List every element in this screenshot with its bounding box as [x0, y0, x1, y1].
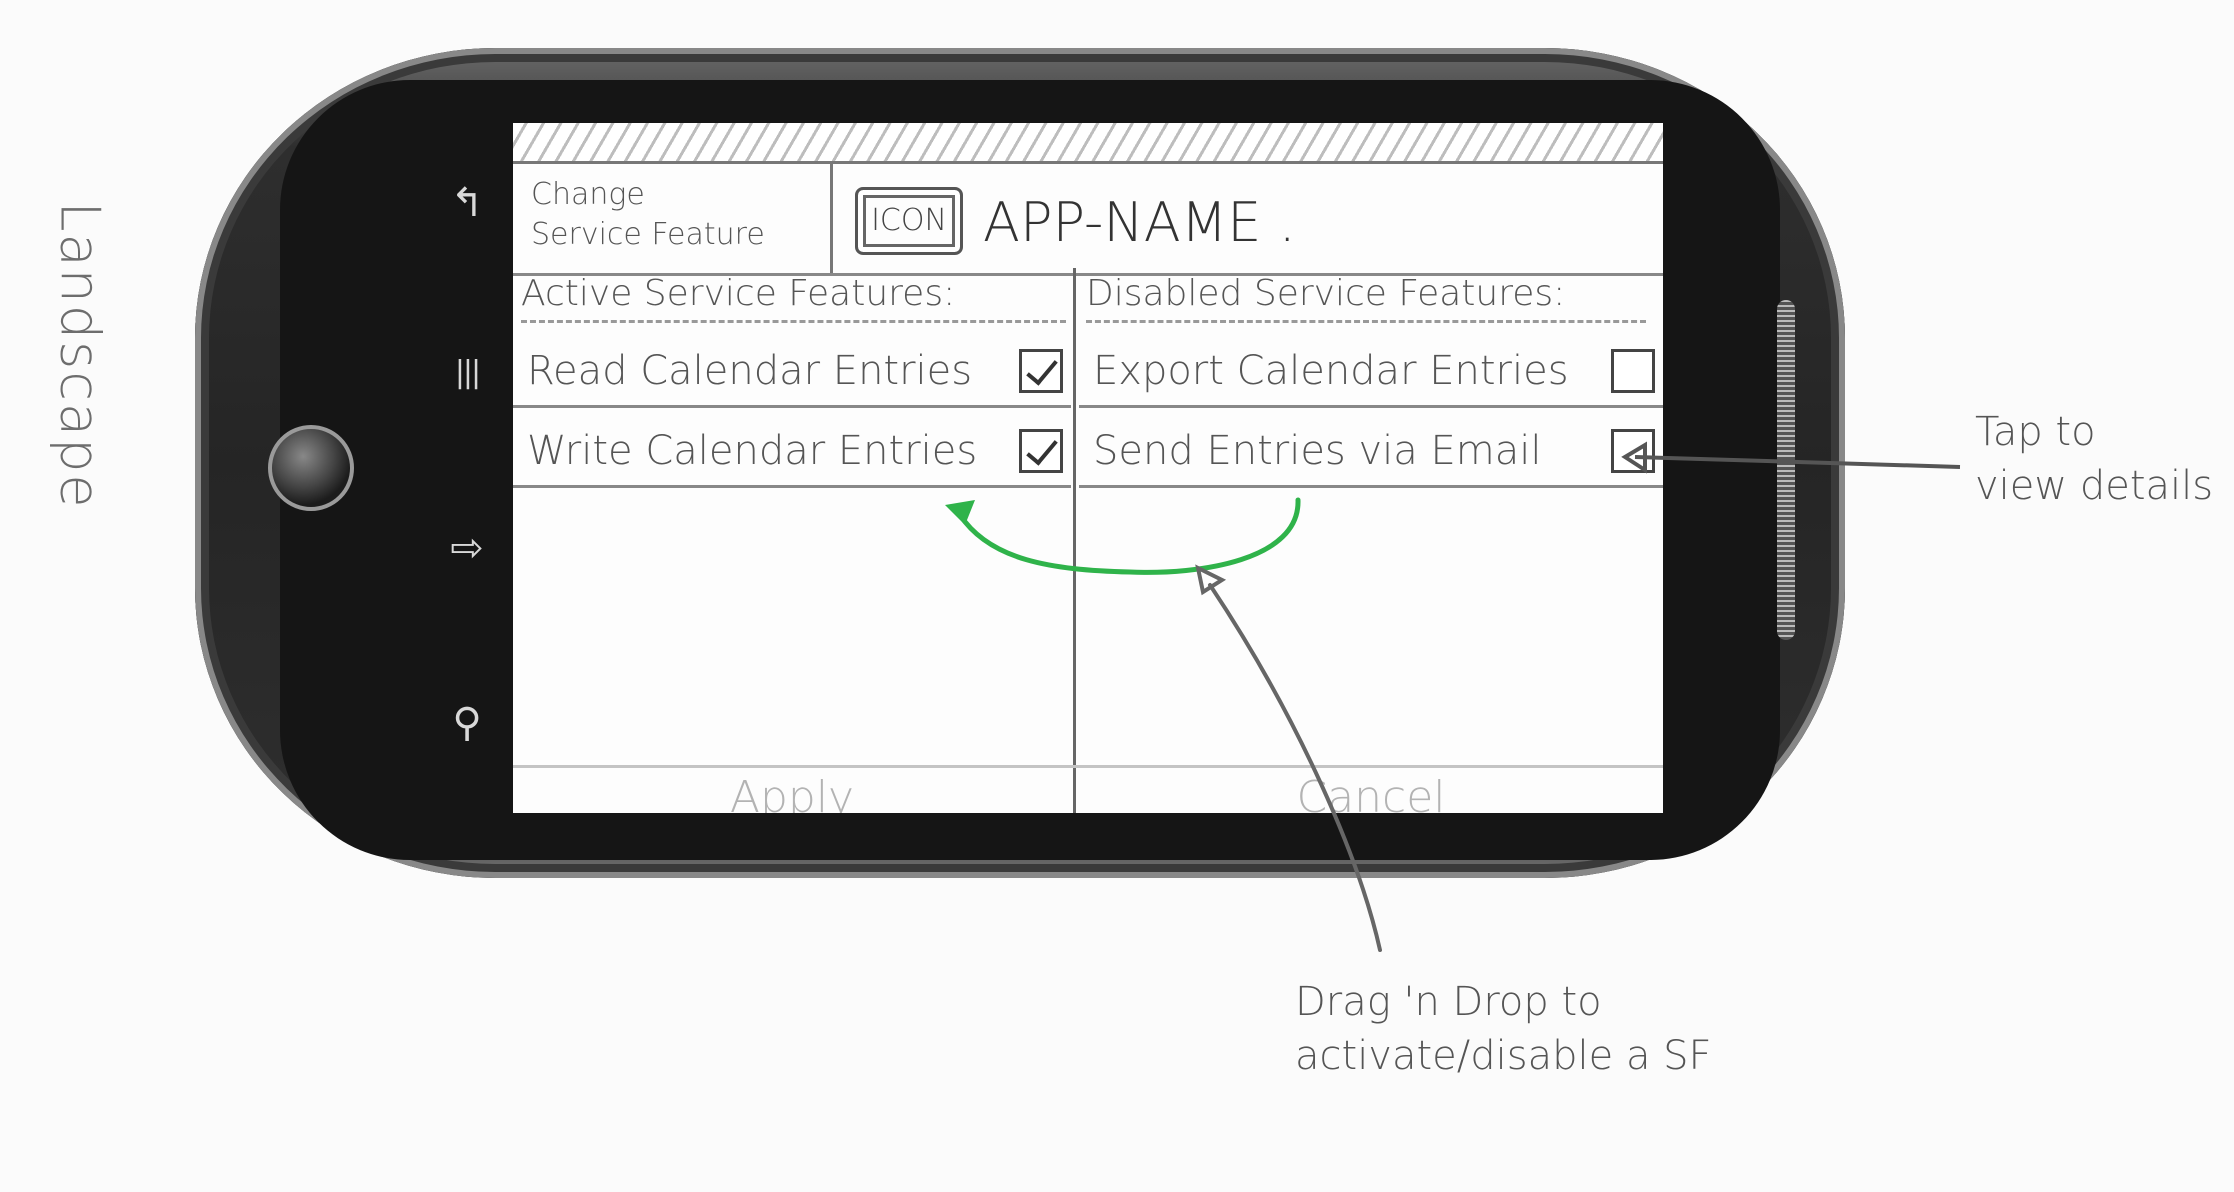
feature-checkbox[interactable]	[1019, 428, 1063, 473]
menu-label-line1: Change	[531, 177, 645, 212]
disabled-features-heading: Disabled Service Features:	[1086, 273, 1646, 323]
cancel-button[interactable]: Cancel	[1079, 768, 1663, 813]
drag-note-line1: Drag 'n Drop to	[1295, 979, 1602, 1025]
active-features-heading: Active Service Features:	[521, 273, 1066, 323]
tap-note-line1: Tap to	[1975, 409, 2096, 455]
change-service-feature-label: Change Service Feature	[513, 163, 833, 273]
search-key[interactable]: ⚲	[432, 700, 502, 746]
feature-checkbox[interactable]	[1611, 348, 1655, 393]
tap-note-line2: view details	[1975, 463, 2214, 509]
feature-label: Send Entries via Email	[1093, 427, 1542, 474]
back-key[interactable]: ↰	[432, 180, 502, 226]
phone-screen: Change Service Feature ICON APP-NAME . A…	[513, 123, 1663, 813]
apply-button[interactable]: Apply	[513, 768, 1071, 813]
home-icon: ⇨	[450, 525, 484, 571]
feature-label: Read Calendar Entries	[527, 347, 973, 394]
menu-label-line2: Service Feature	[531, 217, 765, 252]
drag-note: Drag 'n Drop to activate/disable a SF	[1295, 975, 1855, 1083]
tap-note: Tap to view details	[1975, 405, 2225, 513]
title-bar: Change Service Feature ICON APP-NAME .	[513, 163, 1663, 276]
drag-note-line2: activate/disable a SF	[1295, 1033, 1712, 1079]
feature-label: Export Calendar Entries	[1093, 347, 1569, 394]
status-bar	[513, 123, 1663, 164]
feature-item-send-via-email[interactable]: Send Entries via Email	[1079, 416, 1663, 488]
orientation-note: Landscape	[48, 201, 112, 510]
app-name: APP-NAME .	[983, 191, 1296, 254]
app-icon: ICON	[855, 187, 963, 255]
column-divider	[1073, 268, 1076, 813]
feature-checkbox[interactable]	[1019, 348, 1063, 393]
menu-key[interactable]: |||	[432, 355, 502, 390]
search-icon: ⚲	[452, 700, 482, 746]
feature-checkbox[interactable]	[1611, 428, 1655, 473]
home-key[interactable]: ⇨	[432, 525, 502, 571]
feature-item-write-calendar[interactable]: Write Calendar Entries	[513, 416, 1071, 488]
feature-label: Write Calendar Entries	[527, 427, 978, 474]
feature-item-export-calendar[interactable]: Export Calendar Entries	[1079, 336, 1663, 408]
trackball-button[interactable]	[268, 425, 354, 511]
feature-item-read-calendar[interactable]: Read Calendar Entries	[513, 336, 1071, 408]
speaker-grille	[1777, 300, 1795, 640]
back-arrow-icon: ↰	[450, 180, 484, 226]
menu-icon: |||	[454, 355, 481, 390]
